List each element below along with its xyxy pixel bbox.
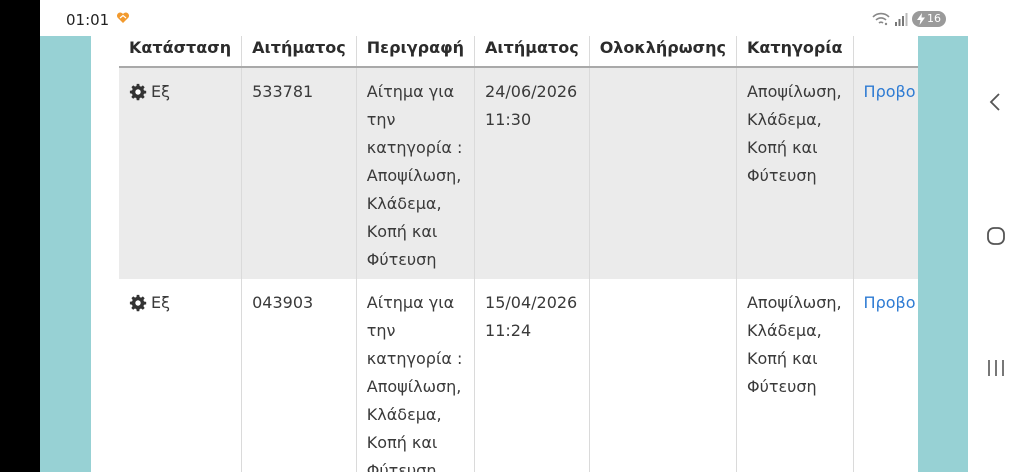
page-content: Κατάσταση Αιτήματος Περιγραφή Αιτήματος … bbox=[91, 36, 918, 472]
completion-cell bbox=[589, 279, 737, 472]
header-request-date[interactable]: Αιτήματος bbox=[474, 36, 590, 68]
request-id-cell: 533781 bbox=[241, 67, 357, 279]
status-cell: Εξ bbox=[119, 279, 243, 472]
battery-level: 16 bbox=[927, 12, 941, 25]
request-date-cell: 24/06/2026 11:30 bbox=[474, 67, 590, 279]
home-icon[interactable] bbox=[982, 222, 1010, 250]
view-link[interactable]: Προβο bbox=[864, 82, 916, 101]
signal-icon bbox=[895, 13, 908, 26]
header-category[interactable]: Κατηγορία bbox=[736, 36, 854, 68]
status-text: Εξ bbox=[151, 293, 171, 312]
requests-table: Κατάσταση Αιτήματος Περιγραφή Αιτήματος … bbox=[119, 36, 918, 472]
status-time: 01:01 bbox=[66, 11, 110, 29]
heart-notification-icon bbox=[116, 12, 130, 23]
table-header-row: Κατάσταση Αιτήματος Περιγραφή Αιτήματος … bbox=[119, 36, 918, 68]
gear-icon bbox=[129, 83, 147, 101]
category-cell: Αποψίλωση, Κλάδεμα, Κοπή και Φύτευση bbox=[736, 67, 854, 279]
status-text: Εξ bbox=[151, 82, 171, 101]
category-cell: Αποψίλωση, Κλάδεμα, Κοπή και Φύτευση bbox=[736, 279, 854, 472]
header-status[interactable]: Κατάσταση bbox=[119, 36, 243, 68]
battery-indicator: 16 bbox=[912, 11, 946, 27]
header-completion[interactable]: Ολοκλήρωσης bbox=[589, 36, 737, 68]
request-date-cell: 15/04/2026 11:24 bbox=[474, 279, 590, 472]
table-row: Εξ 043903 Αίτημα για την κατηγορία : Απο… bbox=[119, 279, 918, 472]
status-cell: Εξ bbox=[119, 67, 243, 279]
header-action bbox=[853, 36, 918, 68]
header-description[interactable]: Περιγραφή bbox=[356, 36, 476, 68]
status-icons: 16 bbox=[872, 11, 946, 27]
view-link[interactable]: Προβο bbox=[864, 293, 916, 312]
back-chevron-icon[interactable] bbox=[982, 88, 1010, 116]
description-cell: Αίτημα για την κατηγορία : Αποψίλωση, Κλ… bbox=[356, 67, 476, 279]
charging-bolt-icon bbox=[917, 13, 925, 25]
gear-icon bbox=[129, 294, 147, 312]
description-cell: Αίτημα για την κατηγορία : Αποψίλωση, Κλ… bbox=[356, 279, 476, 472]
status-bar: 01:01 16 bbox=[40, 0, 968, 36]
action-cell: Προβο bbox=[853, 279, 918, 472]
wifi-icon bbox=[872, 12, 890, 26]
table-row: Εξ 533781 Αίτημα για την κατηγορία : Απο… bbox=[119, 67, 918, 279]
phone-screen: 01:01 16 Κατάσταση Αιτήματος Περιγραφή Α… bbox=[40, 0, 968, 472]
header-request-id[interactable]: Αιτήματος bbox=[241, 36, 357, 68]
completion-cell bbox=[589, 67, 737, 279]
recents-icon[interactable] bbox=[982, 354, 1010, 382]
action-cell: Προβο bbox=[853, 67, 918, 279]
request-id-cell: 043903 bbox=[241, 279, 357, 472]
navigation-bar bbox=[968, 0, 1024, 472]
